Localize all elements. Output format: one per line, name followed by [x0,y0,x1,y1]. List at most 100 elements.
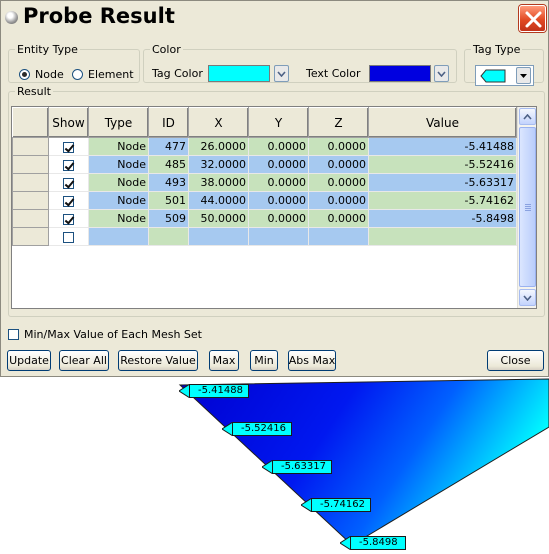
grip-line [525,210,531,211]
table-row[interactable]: Node 501 44.0000 0.0000 0.0000 -5.74162 [12,191,517,210]
z-cell[interactable]: 0.0000 [308,137,369,156]
id-cell[interactable]: 509 [148,209,189,228]
abs-max-button[interactable]: Abs Max [288,350,336,371]
radio-node[interactable]: Node [19,68,64,81]
type-cell[interactable]: Node [88,173,149,192]
update-button[interactable]: Update [7,350,51,371]
id-cell[interactable] [148,227,189,246]
y-cell[interactable]: 0.0000 [248,191,309,210]
table-row[interactable]: Node 477 26.0000 0.0000 0.0000 -5.41488 [12,137,517,156]
title-bar[interactable]: Probe Result [1,1,548,37]
value-cell[interactable]: -5.63317 [368,173,517,192]
close-window-button[interactable] [519,5,546,32]
id-cell[interactable]: 477 [148,137,189,156]
show-checkbox[interactable] [63,231,74,243]
type-cell[interactable]: Node [88,137,149,156]
column-header-value[interactable]: Value [368,107,517,138]
table-row[interactable]: Node 493 38.0000 0.0000 0.0000 -5.63317 [12,173,517,192]
text-color-dropdown-button[interactable] [434,65,449,82]
row-header[interactable] [12,173,49,192]
chevron-down-icon [437,70,446,77]
x-cell[interactable]: 38.0000 [188,173,249,192]
column-header-id[interactable]: ID [148,107,189,138]
y-cell[interactable]: 0.0000 [248,209,309,228]
type-cell[interactable]: Node [88,155,149,174]
column-header-show[interactable]: Show [48,107,89,138]
x-cell[interactable]: 26.0000 [188,137,249,156]
y-cell[interactable] [248,227,309,246]
show-cell[interactable] [48,173,89,192]
row-header[interactable] [12,227,49,246]
max-button[interactable]: Max [209,350,239,371]
table-row[interactable]: Node 509 50.0000 0.0000 0.0000 -5.8498 [12,209,517,228]
scroll-thumb[interactable] [519,127,536,287]
show-cell[interactable] [48,155,89,174]
minmax-checkbox[interactable] [8,329,19,340]
z-cell[interactable] [308,227,369,246]
clear-all-button[interactable]: Clear All [59,350,109,371]
minmax-option[interactable]: Min/Max Value of Each Mesh Set [8,328,202,341]
y-cell[interactable]: 0.0000 [248,137,309,156]
x-cell[interactable]: 44.0000 [188,191,249,210]
show-checkbox[interactable] [63,177,74,189]
show-checkbox[interactable] [63,213,74,225]
y-cell[interactable]: 0.0000 [248,173,309,192]
restore-value-button[interactable]: Restore Value [118,350,198,371]
row-header[interactable] [12,155,49,174]
z-cell[interactable]: 0.0000 [308,209,369,228]
row-header[interactable] [12,137,49,156]
value-cell[interactable]: -5.41488 [368,137,517,156]
table-row-empty[interactable] [12,227,517,246]
model-viewport[interactable]: -5.41488 -5.52416 -5.63317 -5.74162 -5.8… [0,377,549,554]
min-button[interactable]: Min [250,350,278,371]
column-header-type[interactable]: Type [88,107,149,138]
window-title: Probe Result [23,4,175,28]
z-cell[interactable]: 0.0000 [308,191,369,210]
show-checkbox[interactable] [63,141,74,153]
id-cell[interactable]: 501 [148,191,189,210]
column-header-z[interactable]: Z [308,107,369,138]
value-cell[interactable]: -5.74162 [368,191,517,210]
tag-type-select[interactable] [475,65,534,86]
tag-color-dropdown-button[interactable] [274,65,289,82]
value-cell[interactable]: -5.8498 [368,209,517,228]
x-cell[interactable] [188,227,249,246]
table-row[interactable]: Node 485 32.0000 0.0000 0.0000 -5.52416 [12,155,517,174]
chevron-down-icon [277,70,286,77]
value-cell[interactable]: -5.52416 [368,155,517,174]
x-cell[interactable]: 32.0000 [188,155,249,174]
column-header-x[interactable]: X [188,107,249,138]
show-checkbox[interactable] [63,195,74,207]
show-cell[interactable] [48,227,89,246]
row-header[interactable] [12,209,49,228]
radio-node-indicator[interactable] [19,69,30,80]
type-cell[interactable] [88,227,149,246]
tag-color-swatch[interactable] [208,65,270,82]
type-cell[interactable]: Node [88,209,149,228]
scroll-up-button[interactable] [519,108,536,125]
column-header-y[interactable]: Y [248,107,309,138]
tag-type-dropdown-button[interactable] [516,67,531,84]
vertical-scrollbar[interactable] [517,107,536,308]
z-cell[interactable]: 0.0000 [308,155,369,174]
row-header[interactable] [12,191,49,210]
value-cell[interactable] [368,227,517,246]
show-checkbox[interactable] [63,159,74,171]
show-cell[interactable] [48,137,89,156]
tag-label: -5.74162 [311,498,371,512]
header-row: Show Type ID X Y Z Value [12,107,517,138]
z-cell[interactable]: 0.0000 [308,173,369,192]
color-group: Color Tag Color Text Color [143,43,457,83]
radio-element[interactable]: Element [72,68,134,81]
show-cell[interactable] [48,191,89,210]
type-cell[interactable]: Node [88,191,149,210]
show-cell[interactable] [48,209,89,228]
scroll-down-button[interactable] [519,289,536,306]
radio-element-indicator[interactable] [72,69,83,80]
close-button[interactable]: Close [487,350,544,371]
text-color-swatch[interactable] [369,65,431,82]
id-cell[interactable]: 493 [148,173,189,192]
id-cell[interactable]: 485 [148,155,189,174]
x-cell[interactable]: 50.0000 [188,209,249,228]
y-cell[interactable]: 0.0000 [248,155,309,174]
